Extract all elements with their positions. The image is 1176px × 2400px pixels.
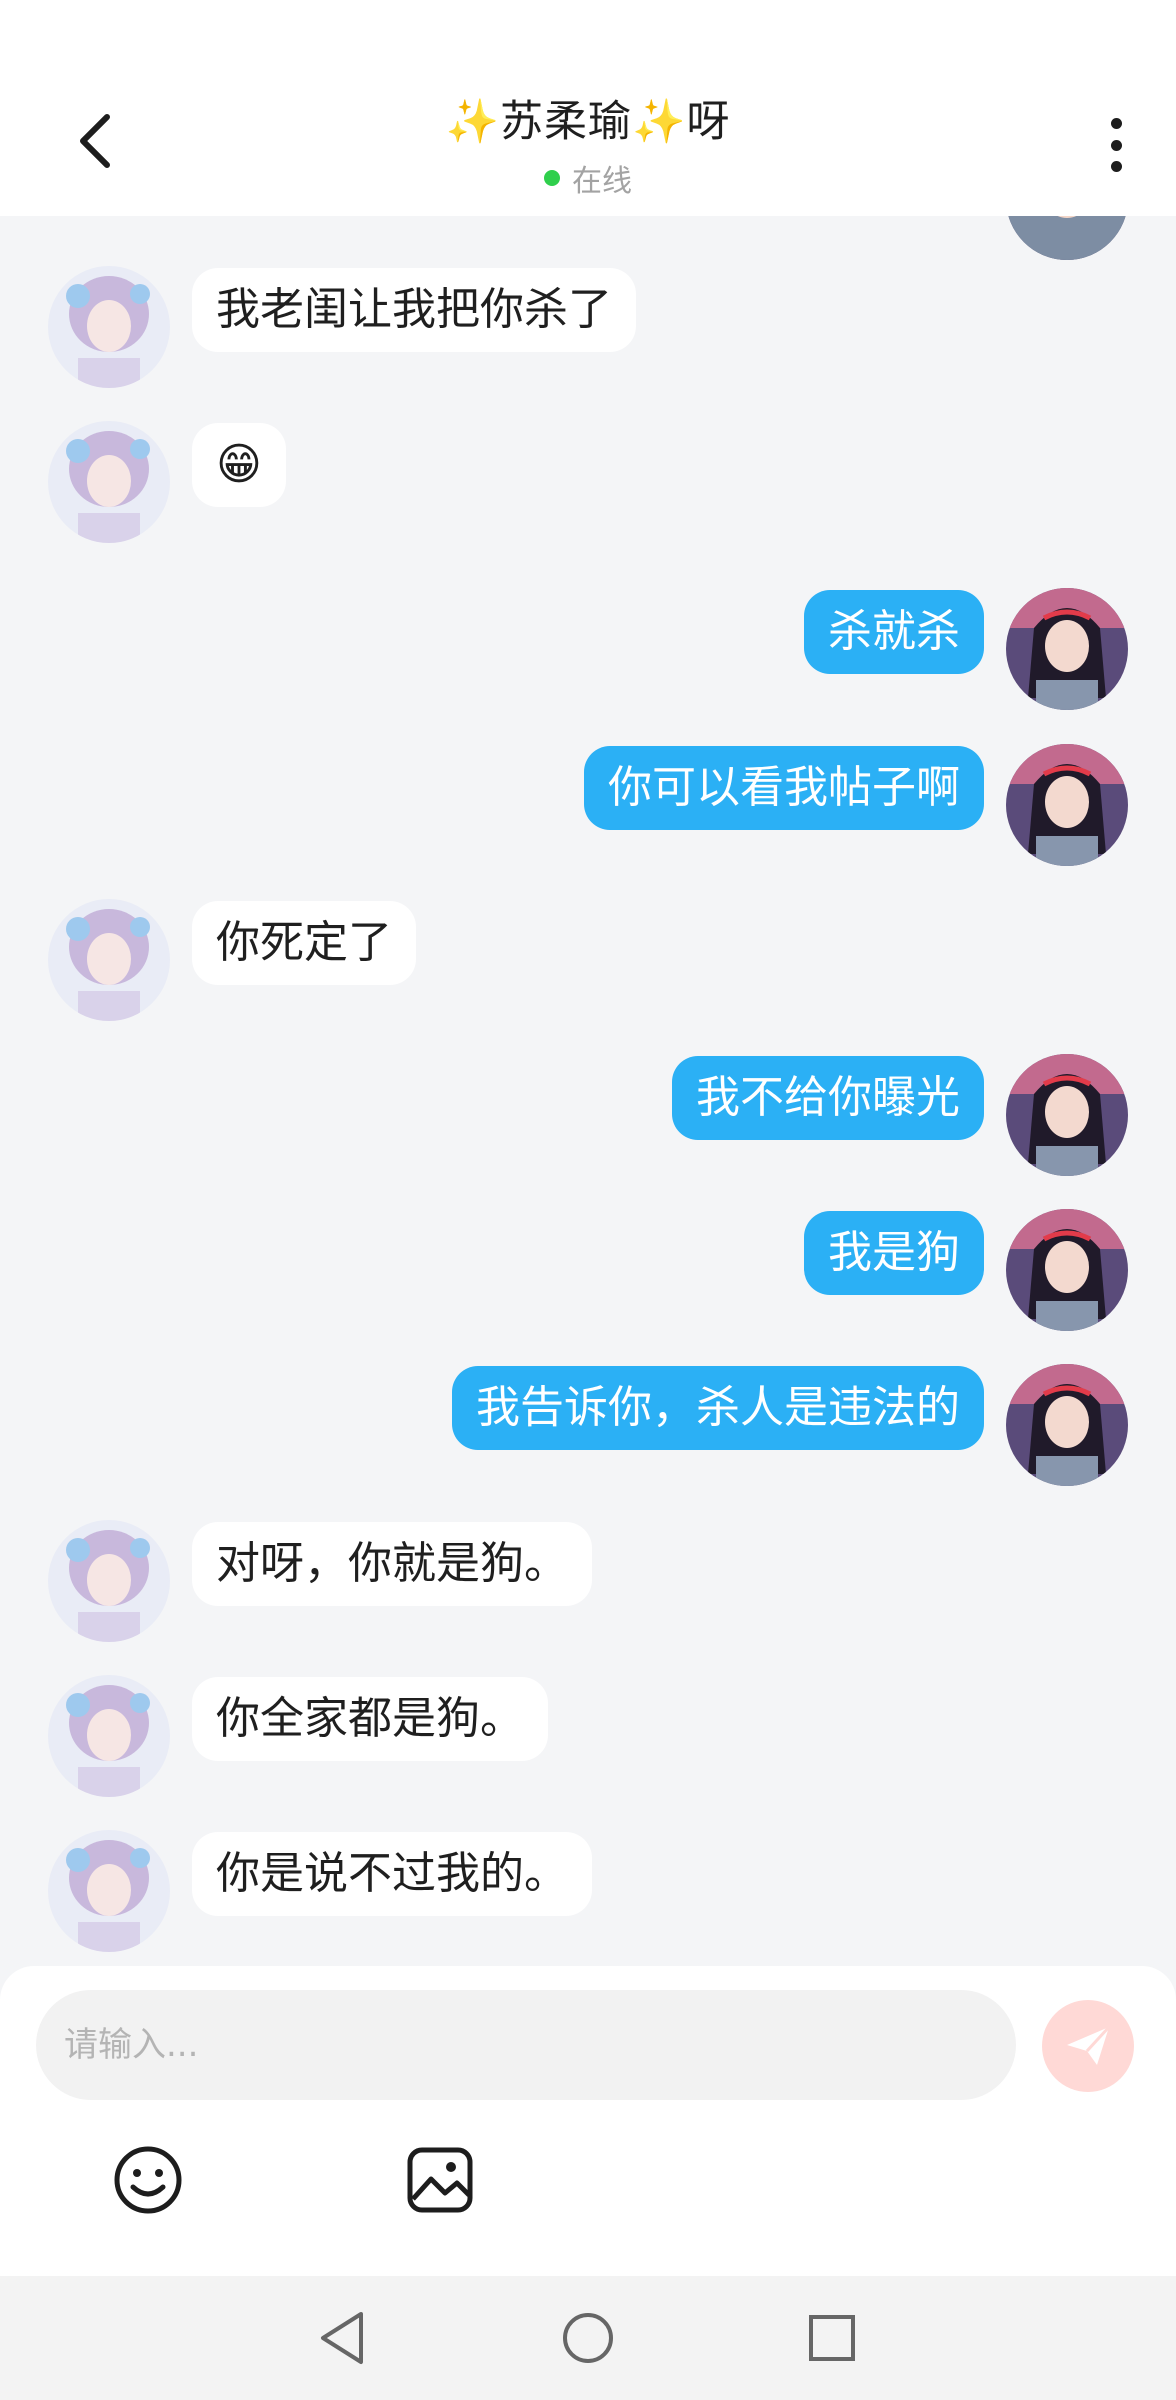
- contact-avatar[interactable]: [48, 899, 170, 1021]
- message-row: 😁: [0, 421, 1176, 545]
- message-row: 我老闺让我把你杀了: [0, 266, 1176, 390]
- received-message-bubble[interactable]: 你死定了: [192, 901, 416, 985]
- image-icon: [407, 2147, 473, 2213]
- received-message-bubble[interactable]: 你全家都是狗。: [192, 1677, 548, 1761]
- message-row: 我不给你曝光: [0, 1054, 1176, 1178]
- self-avatar[interactable]: [1006, 216, 1128, 260]
- contact-avatar[interactable]: [48, 1520, 170, 1642]
- message-row: 对呀，你就是狗。: [0, 1520, 1176, 1644]
- more-dot: [1110, 161, 1122, 172]
- received-message-bubble[interactable]: 😁: [192, 423, 286, 507]
- self-avatar[interactable]: [1006, 1209, 1128, 1331]
- contact-avatar[interactable]: [48, 1830, 170, 1952]
- self-avatar[interactable]: [1006, 588, 1128, 710]
- input-panel: [0, 1966, 1176, 2276]
- sent-message-bubble[interactable]: 我告诉你，杀人是违法的: [452, 1366, 984, 1450]
- contact-name: ✨苏柔瑜✨呀: [445, 97, 731, 147]
- message-input[interactable]: [36, 1990, 1016, 2100]
- sent-message-bubble[interactable]: 我是狗: [804, 1211, 984, 1295]
- sent-message-bubble[interactable]: 你可以看我帖子啊: [584, 746, 984, 830]
- self-avatar[interactable]: [1006, 1364, 1128, 1486]
- online-dot-icon: [544, 170, 560, 186]
- message-row: 你是说不过我的。: [0, 1830, 1176, 1954]
- paper-plane-icon: [1067, 2025, 1111, 2065]
- message-row: 你全家都是狗。: [0, 1675, 1176, 1799]
- system-nav-bar: [0, 2276, 1176, 2400]
- received-message-bubble[interactable]: 你是说不过我的。: [192, 1832, 592, 1916]
- received-message-bubble[interactable]: 对呀，你就是狗。: [192, 1522, 592, 1606]
- sent-message-bubble[interactable]: 杀就杀: [804, 590, 984, 674]
- self-avatar[interactable]: [1006, 744, 1128, 866]
- more-options-button[interactable]: [1096, 110, 1136, 180]
- received-message-bubble[interactable]: 我老闺让我把你杀了: [192, 268, 636, 352]
- message-list[interactable]: 我老闺让我把你杀了 😁 杀就杀 你可以看我帖子啊 你死定了 我不给你曝光 我是狗…: [0, 216, 1176, 1966]
- triangle-back-icon: [321, 2312, 363, 2364]
- nav-recent-button[interactable]: [800, 2306, 864, 2370]
- online-status-text: 在线: [572, 164, 632, 199]
- message-row: 杀就杀: [0, 588, 1176, 712]
- message-row: 你死定了: [0, 899, 1176, 1023]
- square-recent-icon: [809, 2315, 855, 2361]
- more-dot: [1110, 118, 1122, 129]
- self-avatar[interactable]: [1006, 1054, 1128, 1176]
- contact-avatar[interactable]: [48, 266, 170, 388]
- message-row: 你可以看我帖子啊: [0, 744, 1176, 868]
- online-status: 在线: [0, 156, 1176, 200]
- emoji-button[interactable]: [110, 2142, 186, 2218]
- header-title-block: ✨苏柔瑜✨呀 在线: [0, 92, 1176, 200]
- nav-back-button[interactable]: [310, 2306, 374, 2370]
- message-row: 我告诉你，杀人是违法的: [0, 1364, 1176, 1488]
- nav-home-button[interactable]: [556, 2306, 620, 2370]
- contact-avatar[interactable]: [48, 1675, 170, 1797]
- circle-home-icon: [563, 2313, 613, 2363]
- contact-avatar[interactable]: [48, 421, 170, 543]
- send-button[interactable]: [1042, 2000, 1134, 2092]
- image-button[interactable]: [402, 2142, 478, 2218]
- message-row: 我是狗: [0, 1209, 1176, 1333]
- chat-screen: ✨苏柔瑜✨呀 在线 我老闺让我把你杀了 😁 杀就杀 你可以看我帖子啊 你死定了 …: [0, 0, 1176, 2400]
- chat-header: ✨苏柔瑜✨呀 在线: [0, 0, 1176, 216]
- smiley-icon: [114, 2146, 182, 2214]
- more-dot: [1110, 139, 1122, 151]
- sent-message-bubble[interactable]: 我不给你曝光: [672, 1056, 984, 1140]
